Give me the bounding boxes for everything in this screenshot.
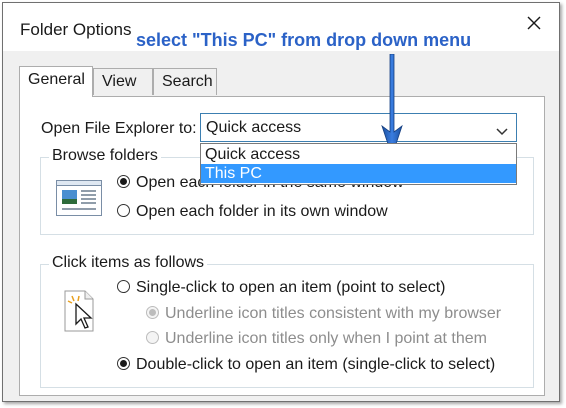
open-explorer-value: Quick access (206, 119, 302, 136)
open-explorer-dropdown-list: Quick access This PC (200, 143, 517, 185)
pointer-click-icon (63, 287, 99, 338)
annotation-text: select "This PC" from drop down menu (136, 30, 472, 50)
radio-own-window-label: Open each folder in its own window (136, 203, 388, 220)
window-title: Folder Options (20, 20, 132, 39)
radio-double-click-label: Double-click to open an item (single-cli… (136, 356, 496, 373)
close-icon (527, 16, 541, 30)
general-panel: Open File Explorer to: Quick access Quic… (19, 96, 545, 396)
tab-view[interactable]: View (93, 68, 153, 95)
radio-same-window-button[interactable] (117, 175, 130, 188)
open-explorer-label: Open File Explorer to: (41, 120, 197, 137)
click-items-group: Click items as follows Single-click to o… (40, 254, 534, 388)
radio-single-click-label: Single-click to open an item (point to s… (136, 279, 446, 296)
folder-window-icon (56, 180, 102, 221)
radio-own-window[interactable]: Open each folder in its own window (117, 203, 388, 221)
close-button[interactable] (519, 11, 549, 37)
browse-folders-label: Browse folders (49, 147, 161, 165)
dropdown-option-quick-access[interactable]: Quick access (201, 145, 516, 164)
open-explorer-select[interactable]: Quick access (200, 113, 517, 142)
radio-own-window-button[interactable] (117, 204, 130, 217)
folder-options-dialog: Folder Options General View Search Open … (2, 2, 560, 402)
radio-single-click-button[interactable] (117, 280, 130, 293)
radio-underline-point: Underline icon titles only when I point … (146, 330, 487, 348)
radio-single-click[interactable]: Single-click to open an item (point to s… (117, 279, 445, 297)
radio-underline-browser: Underline icon titles consistent with my… (146, 305, 501, 323)
click-items-label: Click items as follows (49, 254, 208, 272)
radio-underline-browser-button (146, 306, 159, 319)
radio-double-click[interactable]: Double-click to open an item (single-cli… (117, 356, 495, 374)
radio-double-click-button[interactable] (117, 357, 130, 370)
dropdown-option-this-pc[interactable]: This PC (201, 164, 516, 183)
tab-general[interactable]: General (19, 66, 93, 97)
chevron-down-icon (496, 123, 508, 141)
radio-underline-browser-label: Underline icon titles consistent with my… (165, 305, 502, 322)
radio-underline-point-label: Underline icon titles only when I point … (165, 330, 487, 347)
tab-search[interactable]: Search (153, 68, 217, 95)
radio-underline-point-button (146, 331, 159, 344)
